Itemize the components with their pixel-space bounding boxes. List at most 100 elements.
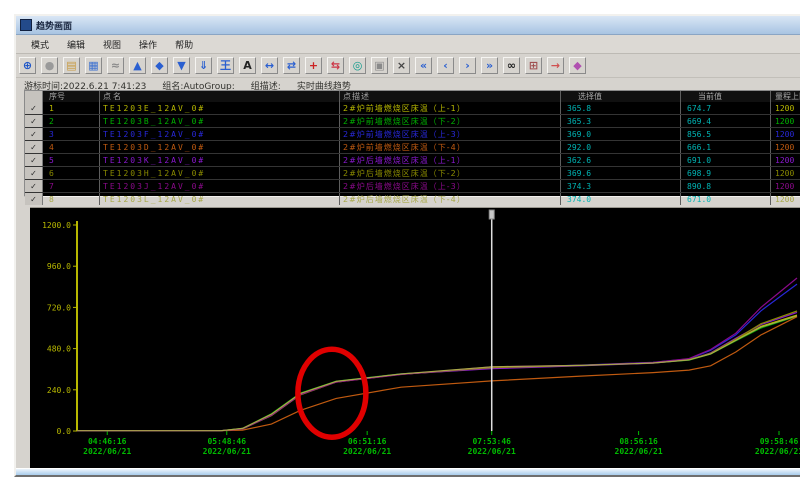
cell-selected-value: 369.6 [561,167,681,179]
first-page-icon[interactable]: « [415,57,432,74]
cell-current-value: 698.9 [681,167,771,179]
cursor-grip[interactable] [489,210,494,219]
cell-current-value: 890.8 [681,180,771,192]
cell-range: 1200 [771,141,800,153]
compress-y-icon[interactable]: ⇓ [195,57,212,74]
connect-icon[interactable]: ⊕ [19,57,36,74]
cell-point-name: TE1203K_12AV_0# [100,154,340,166]
titlebar[interactable]: 趋势画面 [16,16,800,35]
menu-item-1[interactable]: 模式 [22,36,58,53]
table-row[interactable]: ✓3TE1203F_12AV_0#2#炉前墙燃烧区床温（上-3）369.0856… [25,127,800,140]
cell-range: 1200 [771,102,800,114]
trend-chart-panel: 1200.0960.0720.0480.0240.00.004:46:16202… [30,207,800,468]
menu-item-2[interactable]: 编辑 [58,36,94,53]
print-icon[interactable]: ▣ [371,57,388,74]
cell-seq: 7 [43,180,100,192]
annotation-circle [298,349,366,437]
pause-icon[interactable]: ● [41,57,58,74]
goto-icon[interactable]: → [547,57,564,74]
color-print-icon[interactable]: ◆ [569,57,586,74]
expand-time-icon[interactable]: ↔ [261,57,278,74]
cell-point-desc: 2#炉后墙燃烧区床温（下-4） [340,193,561,205]
last-page-icon[interactable]: » [481,57,498,74]
cell-seq: 5 [43,154,100,166]
x-tick-time-label: 08:56:16 [619,437,658,446]
menu-item-4[interactable]: 操作 [130,36,166,53]
cell-point-desc: 2#炉后墙燃烧区床温（下-2） [340,167,561,179]
trend-curve [77,316,797,431]
trend-mode-icon[interactable]: ≈ [107,57,124,74]
y-tick-label: 720.0 [47,303,71,312]
row-checkbox[interactable]: ✓ [25,102,43,114]
header-range: 量程上限 [771,91,800,102]
x-tick-time-label: 04:46:16 [88,437,127,446]
cell-point-name: TE1203H_12AV_0# [100,167,340,179]
menu-item-5[interactable]: 帮助 [166,36,202,53]
x-tick-time-label: 07:53:46 [472,437,511,446]
table-row[interactable]: ✓1TE1203E_12AV_0#2#炉前墙燃烧区床温（上-1）365.8674… [25,102,800,114]
dual-cursor-icon[interactable]: ⇆ [327,57,344,74]
header-check [25,91,43,102]
table-row[interactable]: ✓8TE1203L_12AV_0#2#炉后墙燃烧区床温（下-4）374.0671… [25,192,800,205]
table-row[interactable]: ✓2TE1203B_12AV_0#2#炉前墙燃烧区床温（下-2）365.3669… [25,114,800,127]
table-row[interactable]: ✓6TE1203H_12AV_0#2#炉后墙燃烧区床温（下-2）369.6698… [25,166,800,179]
row-checkbox[interactable]: ✓ [25,167,43,179]
cell-selected-value: 365.8 [561,102,681,114]
menubar: 模式编辑视图操作帮助 [16,35,800,54]
cell-point-desc: 2#炉前墙燃烧区床温（下-2） [340,115,561,127]
row-checkbox[interactable]: ✓ [25,180,43,192]
save-icon[interactable]: ▦ [85,57,102,74]
x-tick-date-label: 2022/06/21 [83,447,131,456]
cell-range: 1200 [771,180,800,192]
cell-current-value: 666.1 [681,141,771,153]
cell-range: 1200 [771,115,800,127]
cell-point-name: TE1203J_12AV_0# [100,180,340,192]
cell-point-name: TE1203B_12AV_0# [100,115,340,127]
cell-selected-value: 362.6 [561,154,681,166]
row-checkbox[interactable]: ✓ [25,193,43,205]
binoculars-icon[interactable]: ∞ [503,57,520,74]
export-icon[interactable]: ⊞ [525,57,542,74]
shrink-time-icon[interactable]: ⇄ [283,57,300,74]
row-checkbox[interactable]: ✓ [25,128,43,140]
x-tick-date-label: 2022/06/21 [468,447,516,456]
cell-current-value: 671.0 [681,193,771,205]
header-selected-value: 选择值 [561,91,681,102]
add-cursor-icon[interactable]: + [305,57,322,74]
open-icon[interactable]: ▤ [63,57,80,74]
x-tick-date-label: 2022/06/21 [343,447,391,456]
grid-icon[interactable]: 王 [217,57,234,74]
cell-selected-value: 374.0 [561,193,681,205]
cell-point-name: TE1203F_12AV_0# [100,128,340,140]
zoom-out-y-icon[interactable]: ▼ [173,57,190,74]
search-icon[interactable]: ◎ [349,57,366,74]
row-checkbox[interactable]: ✓ [25,141,43,153]
cell-point-name: TE1203E_12AV_0# [100,102,340,114]
prev-page-icon[interactable]: ‹ [437,57,454,74]
cell-seq: 3 [43,128,100,140]
trend-curve [77,278,797,431]
cut-icon[interactable]: × [393,57,410,74]
y-tick-label: 480.0 [47,345,71,354]
row-checkbox[interactable]: ✓ [25,115,43,127]
table-body: ✓1TE1203E_12AV_0#2#炉前墙燃烧区床温（上-1）365.8674… [25,102,800,205]
table-row[interactable]: ✓5TE1203K_12AV_0#2#炉后墙燃烧区床温（上-1）362.6691… [25,153,800,166]
restore-icon[interactable]: ◆ [151,57,168,74]
cell-point-desc: 2#炉前墙燃烧区床温（上-1） [340,102,561,114]
cell-selected-value: 365.3 [561,115,681,127]
cell-seq: 8 [43,193,100,205]
cell-selected-value: 292.0 [561,141,681,153]
zoom-in-y-icon[interactable]: ▲ [129,57,146,74]
header-current-value: 当前值 [681,91,771,102]
cell-range: 1200 [771,193,800,205]
cell-point-desc: 2#炉后墙燃烧区床温（上-1） [340,154,561,166]
cell-seq: 1 [43,102,100,114]
x-tick-time-label: 09:58:46 [760,437,799,446]
table-row[interactable]: ✓4TE1203D_12AV_0#2#炉前墙燃烧区床温（下-4）292.0666… [25,140,800,153]
row-checkbox[interactable]: ✓ [25,154,43,166]
table-row[interactable]: ✓7TE1203J_12AV_0#2#炉后墙燃烧区床温（上-3）374.3890… [25,179,800,192]
label-icon[interactable]: A [239,57,256,74]
next-page-icon[interactable]: › [459,57,476,74]
menu-item-3[interactable]: 视图 [94,36,130,53]
cell-point-name: TE1203D_12AV_0# [100,141,340,153]
